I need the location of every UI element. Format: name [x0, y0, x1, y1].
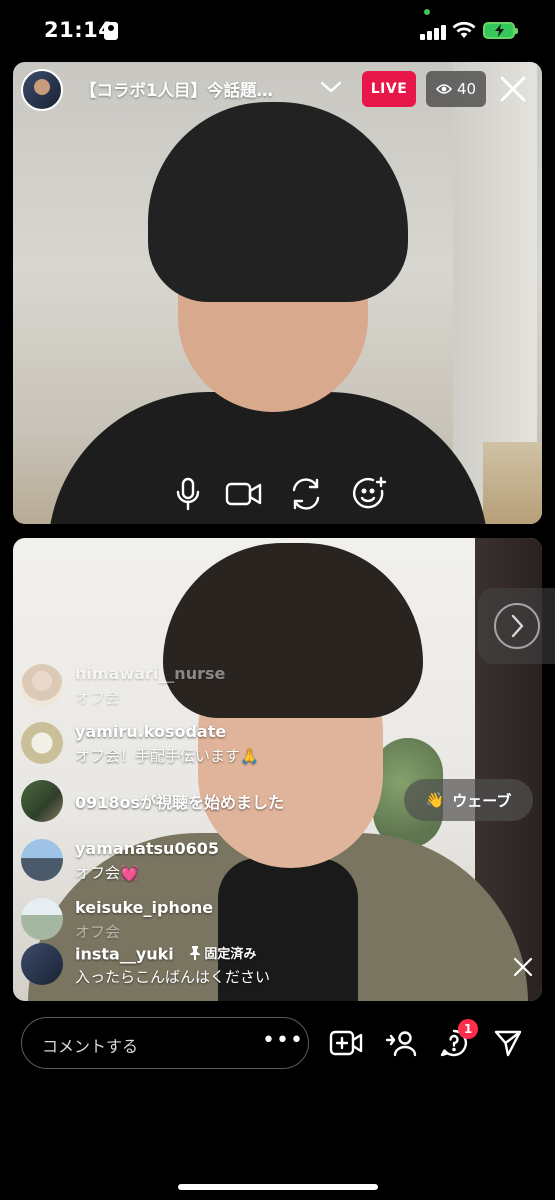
comment-username[interactable]: himawari__nurse: [75, 664, 225, 683]
wave-button[interactable]: 👋 ウェーブ: [404, 779, 533, 821]
commenter-avatar[interactable]: [21, 839, 63, 881]
chevron-right-icon: [511, 614, 523, 638]
effects-button[interactable]: [350, 474, 390, 514]
battery-charging-icon: [483, 22, 518, 39]
flip-camera-icon: [292, 478, 320, 510]
video-camera-icon: [225, 482, 262, 506]
wave-emoji: 👋: [425, 791, 445, 809]
face-sparkle-icon: [352, 476, 387, 509]
status-time: 21:14: [44, 18, 114, 42]
pinned-label: 固定済み: [189, 943, 256, 962]
comment-username[interactable]: keisuke_iphone: [75, 898, 213, 917]
comment-text: オフ会！手配手伝います🙏: [75, 747, 259, 765]
send-icon: [494, 1030, 522, 1057]
comment-text: オフ会: [75, 923, 121, 941]
live-title[interactable]: 【コラボ1人目】今話題…: [80, 77, 295, 101]
status-bar: 21:14: [0, 0, 555, 62]
wifi-icon: [452, 21, 476, 38]
comment-username[interactable]: insta__yuki 固定済み: [75, 943, 256, 964]
pin-icon: [190, 945, 201, 960]
questions-count-badge: 1: [458, 1019, 478, 1039]
microphone-icon: [176, 477, 200, 511]
video-call-controls: [168, 474, 388, 518]
share-button[interactable]: [487, 1022, 529, 1064]
comment-username[interactable]: yamiru.kosodate: [75, 722, 226, 741]
camera-indicator-dot: [424, 9, 430, 15]
wave-label: ウェーブ: [452, 791, 512, 810]
eye-icon: [435, 84, 452, 94]
comment-input[interactable]: コメントする •••: [21, 1017, 309, 1069]
host-avatar[interactable]: [21, 69, 63, 111]
home-indicator[interactable]: [178, 1184, 378, 1190]
commenter-avatar[interactable]: [21, 722, 63, 764]
flip-camera-button[interactable]: [286, 474, 326, 514]
commenter-avatar[interactable]: [21, 664, 63, 706]
comment-text: 入ったらこんばんはください: [75, 968, 271, 986]
invite-button[interactable]: [380, 1022, 422, 1064]
host-video-feed: [13, 62, 542, 524]
join-text: 0918osが視聴を始めました: [75, 793, 285, 812]
live-badge: LIVE: [362, 71, 416, 107]
more-options-icon[interactable]: •••: [262, 1030, 304, 1052]
chevron-down-icon[interactable]: [320, 80, 342, 94]
comment-text: オフ会: [75, 689, 121, 707]
cellular-signal-icon: [420, 24, 446, 40]
comment-placeholder: コメントする: [42, 1037, 139, 1056]
viewer-count-badge[interactable]: 40: [426, 71, 486, 107]
dismiss-pinned-icon[interactable]: [512, 956, 534, 978]
add-guest-video-button[interactable]: [325, 1022, 367, 1064]
camera-toggle-button[interactable]: [224, 474, 264, 514]
viewer-avatar[interactable]: [21, 780, 63, 822]
next-live-button[interactable]: [478, 588, 555, 664]
close-icon[interactable]: [498, 74, 528, 104]
microphone-button[interactable]: [168, 474, 208, 514]
comment-username[interactable]: yamanatsu0605: [75, 839, 219, 858]
commenter-avatar[interactable]: [21, 943, 63, 985]
comment-text: オフ会💓: [75, 864, 139, 882]
video-add-icon: [329, 1030, 363, 1056]
viewer-count: 40: [456, 80, 477, 98]
id-card-icon: [104, 22, 118, 40]
live-header: 【コラボ1人目】今話題… LIVE 40: [0, 62, 555, 118]
pinned-username[interactable]: insta__yuki: [75, 945, 174, 964]
person-add-icon: [385, 1031, 417, 1057]
commenter-avatar[interactable]: [21, 898, 63, 940]
